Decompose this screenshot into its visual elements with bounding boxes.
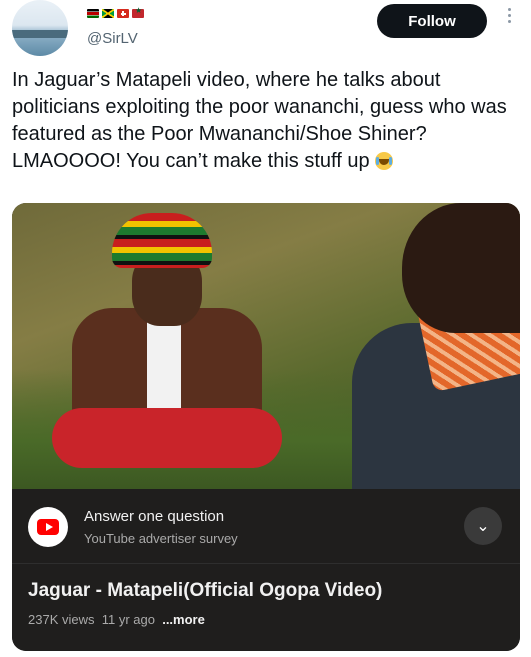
flag-kenya-icon [87,9,99,18]
video-info-panel: Answer one question YouTube advertiser s… [12,489,520,651]
follow-button[interactable]: Follow [377,4,487,38]
video-meta: 237K views 11 yr ago ...more [28,612,205,627]
survey-subtitle: YouTube advertiser survey [84,531,238,546]
chevron-down-icon: ⌄ [476,518,490,535]
video-title[interactable]: Jaguar - Matapeli(Official Ogopa Video) [28,580,382,602]
more-vertical-icon[interactable] [505,8,513,23]
loudly-crying-face-icon [375,152,394,170]
expand-chevron-button[interactable]: ⌄ [464,507,502,545]
flag-morocco-icon [132,6,144,18]
tweet-body: In Jaguar’s Matapeli video, where he tal… [12,69,507,172]
video-thumbnail[interactable] [12,203,520,489]
profile-avatar[interactable] [12,0,68,56]
survey-title[interactable]: Answer one question [84,508,224,525]
divider [12,563,520,564]
more-link[interactable]: ...more [162,612,205,627]
video-card[interactable]: Answer one question YouTube advertiser s… [12,203,520,651]
flag-switzerland-icon [117,9,129,18]
display-name-flags [87,6,144,18]
avatar-landscape [12,30,68,38]
upload-age: 11 yr ago [101,612,155,627]
author-handle[interactable]: @SirLV [87,30,138,47]
seated-man-figure [52,213,282,489]
flag-jamaica-icon [102,9,114,18]
youtube-logo-icon [28,507,68,547]
view-count: 237K views [28,612,95,627]
standing-man-figure [342,203,520,489]
tweet-text: In Jaguar’s Matapeli video, where he tal… [12,67,517,175]
